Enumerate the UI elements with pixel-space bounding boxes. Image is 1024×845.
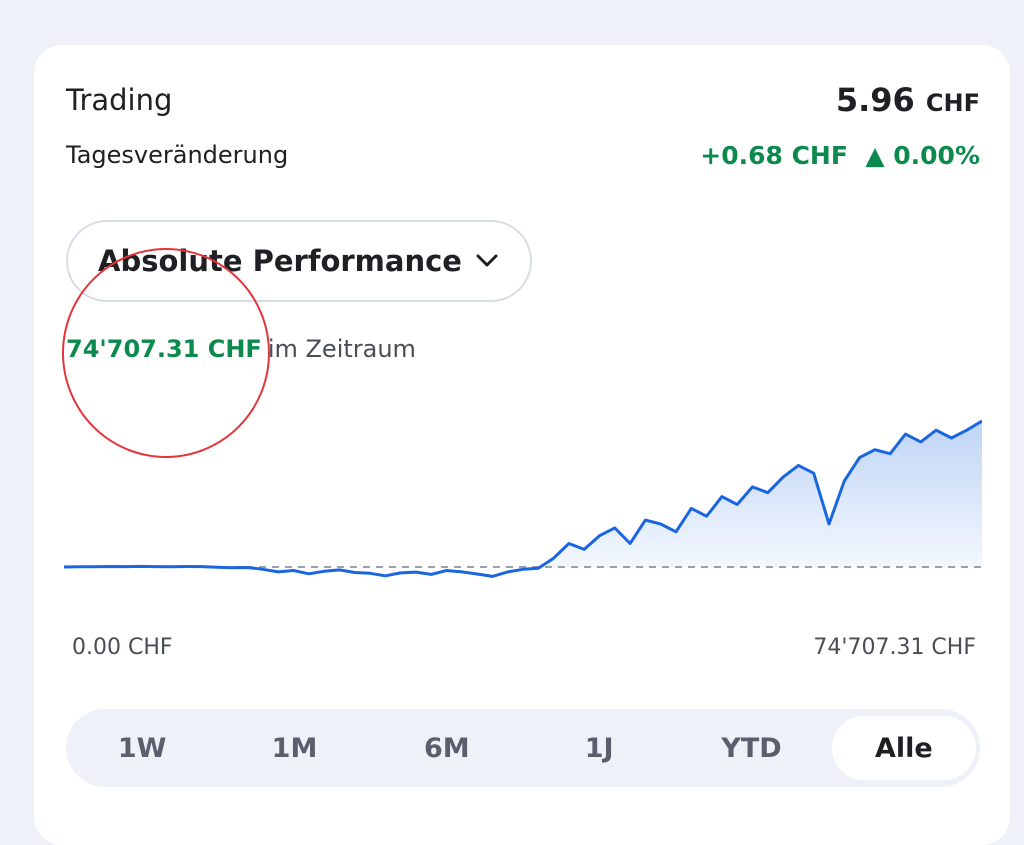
- time-range-tabs: 1W 1M 6M 1J YTD Alle: [66, 709, 980, 787]
- period-performance-value: 74'707.31 CHF: [66, 335, 262, 363]
- performance-chart[interactable]: [64, 415, 982, 615]
- account-title: Trading: [66, 83, 173, 117]
- axis-max-label: 74'707.31 CHF: [813, 635, 976, 660]
- performance-type-dropdown[interactable]: Absolute Performance: [66, 220, 532, 302]
- tab-1w[interactable]: 1W: [70, 716, 214, 780]
- tab-ytd[interactable]: YTD: [679, 716, 823, 780]
- axis-min-label: 0.00 CHF: [72, 635, 173, 660]
- dropdown-label: Absolute Performance: [98, 244, 462, 278]
- period-performance-label: im Zeitraum: [267, 335, 416, 363]
- daily-change-value: +0.68 CHF ▲ 0.00%: [700, 141, 980, 170]
- total-amount: 5.96: [835, 81, 915, 119]
- tab-6m[interactable]: 6M: [375, 716, 519, 780]
- chevron-down-icon: [476, 254, 498, 267]
- daily-change-label: Tagesveränderung: [66, 141, 289, 169]
- period-performance: 74'707.31 CHF im Zeitraum: [66, 335, 416, 363]
- total-value: 5.96 CHF: [836, 81, 980, 119]
- chart-area-fill: [64, 421, 982, 567]
- portfolio-card: Trading 5.96 CHF Tagesveränderung +0.68 …: [34, 45, 1010, 845]
- total-currency: CHF: [925, 89, 980, 117]
- tab-alle[interactable]: Alle: [831, 716, 976, 780]
- tab-1m[interactable]: 1M: [222, 716, 366, 780]
- tab-1j[interactable]: 1J: [527, 716, 671, 780]
